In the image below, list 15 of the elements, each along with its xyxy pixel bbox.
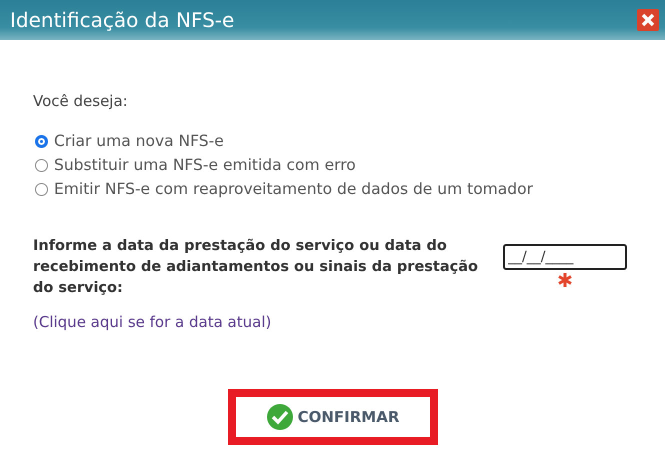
confirm-button[interactable]: CONFIRMAR [236, 397, 430, 437]
radio-option[interactable]: Criar uma nova NFS-e [35, 132, 665, 150]
window-title: Identificação da NFS-e [10, 8, 234, 32]
question-label: Você deseja: [33, 92, 129, 110]
radio-button[interactable] [35, 158, 48, 172]
date-field[interactable]: __/__/____ [503, 244, 627, 270]
radio-button[interactable] [35, 134, 48, 148]
date-prompt: Informe a data da prestação do serviço ou data do recebimento de adiantamentos ou sinais da prestação do serviço: [33, 237, 479, 298]
radio-option[interactable]: Emitir NFS-e com reaproveitamento de dados de um tomador [35, 180, 665, 198]
close-button[interactable] [637, 9, 659, 31]
close-icon [637, 9, 659, 31]
radio-button[interactable] [35, 182, 48, 196]
check-icon [266, 403, 294, 431]
radio-option[interactable]: Substituir uma NFS-e emitida com erro [35, 156, 665, 174]
today-link[interactable]: (Clique aqui se for a data atual) [33, 313, 272, 331]
